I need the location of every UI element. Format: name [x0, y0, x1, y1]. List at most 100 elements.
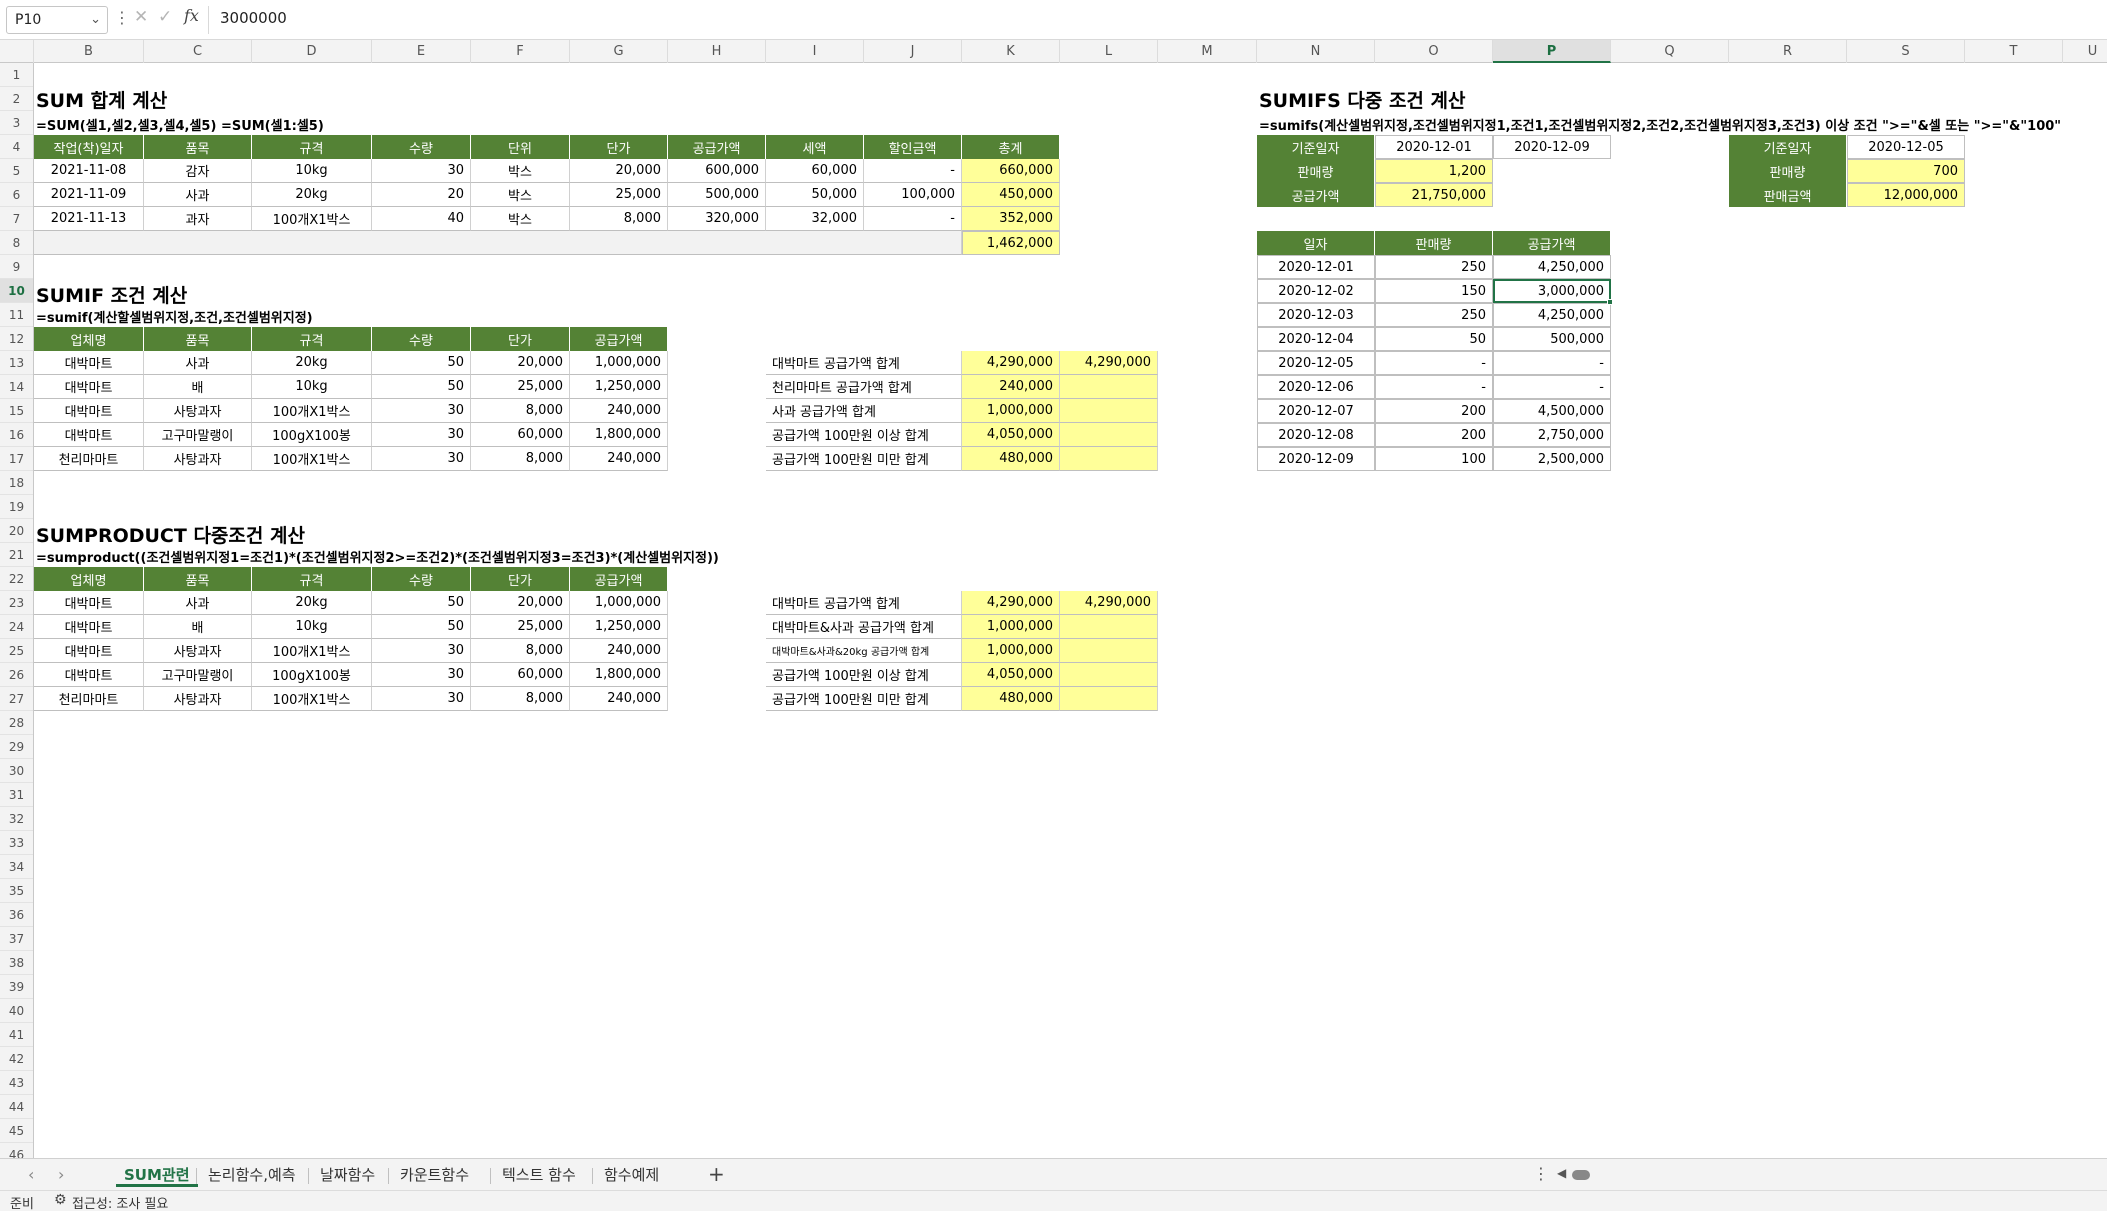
table-header[interactable]: 세액: [766, 135, 864, 159]
table-cell[interactable]: 10kg: [252, 375, 372, 399]
table-cell[interactable]: 1,250,000: [570, 375, 668, 399]
table-cell[interactable]: 50: [372, 375, 471, 399]
table-header[interactable]: 업체명: [34, 327, 144, 351]
table-cell[interactable]: 60,000: [471, 423, 570, 447]
row-header[interactable]: 34: [0, 855, 33, 879]
table-cell[interactable]: 240,000: [570, 639, 668, 663]
table-cell[interactable]: 2020-12-02: [1257, 279, 1375, 303]
table-header[interactable]: 단위: [471, 135, 570, 159]
column-header-i[interactable]: I: [766, 40, 864, 63]
table-cell[interactable]: 대박마트: [34, 663, 144, 687]
table-cell[interactable]: 200: [1375, 423, 1493, 447]
chevron-down-icon[interactable]: ⌄: [90, 12, 101, 27]
table-cell[interactable]: 10kg: [252, 615, 372, 639]
table-cell[interactable]: 20kg: [252, 591, 372, 615]
row-header[interactable]: 38: [0, 951, 33, 975]
row-header[interactable]: 1: [0, 63, 33, 87]
table-cell[interactable]: 500,000: [668, 183, 766, 207]
table-cell[interactable]: 20kg: [252, 183, 372, 207]
table-header[interactable]: 규격: [252, 567, 372, 591]
result-extra[interactable]: [1060, 375, 1158, 399]
table-cell[interactable]: 2,750,000: [1493, 423, 1611, 447]
row-header[interactable]: 9: [0, 255, 33, 279]
table-cell[interactable]: 2020-12-03: [1257, 303, 1375, 327]
column-header-c[interactable]: C: [144, 40, 252, 63]
table-cell[interactable]: 150: [1375, 279, 1493, 303]
result-value[interactable]: 1,000,000: [962, 399, 1060, 423]
table-cell[interactable]: 50: [372, 615, 471, 639]
table-header[interactable]: 일자: [1257, 231, 1375, 255]
row-header[interactable]: 17: [0, 447, 33, 471]
table-cell[interactable]: 8,000: [471, 399, 570, 423]
table-cell[interactable]: 32,000: [766, 207, 864, 231]
table-cell[interactable]: 100: [1375, 447, 1493, 471]
table-cell[interactable]: 고구마말랭이: [144, 663, 252, 687]
formula-input[interactable]: 3000000: [220, 9, 287, 27]
table-cell[interactable]: 2021-11-13: [34, 207, 144, 231]
result-extra[interactable]: 4,290,000: [1060, 591, 1158, 615]
table-cell[interactable]: 4,250,000: [1493, 303, 1611, 327]
row-header[interactable]: 20: [0, 519, 33, 543]
table-cell[interactable]: 대박마트: [34, 423, 144, 447]
criteria-label[interactable]: 판매량: [1729, 159, 1847, 183]
table-cell[interactable]: 25,000: [471, 615, 570, 639]
table-cell[interactable]: 100개X1박스: [252, 207, 372, 231]
table-cell[interactable]: 대박마트: [34, 591, 144, 615]
row-header[interactable]: 41: [0, 1023, 33, 1047]
table-cell[interactable]: 4,250,000: [1493, 255, 1611, 279]
table-cell[interactable]: 2020-12-07: [1257, 399, 1375, 423]
table-cell[interactable]: 250: [1375, 255, 1493, 279]
table-cell[interactable]: 352,000: [962, 207, 1060, 231]
table-cell[interactable]: 660,000: [962, 159, 1060, 183]
table-header[interactable]: 단가: [471, 327, 570, 351]
table-header[interactable]: 규격: [252, 327, 372, 351]
table-header[interactable]: 규격: [252, 135, 372, 159]
table-cell[interactable]: 30: [372, 687, 471, 711]
active-cell[interactable]: 3,000,000: [1493, 279, 1611, 303]
row-header[interactable]: 16: [0, 423, 33, 447]
criteria-date-to[interactable]: 2020-12-09: [1493, 135, 1611, 159]
table-header[interactable]: 공급가액: [1493, 231, 1611, 255]
row-header[interactable]: 13: [0, 351, 33, 375]
row-header[interactable]: 12: [0, 327, 33, 351]
table-cell[interactable]: 2021-11-08: [34, 159, 144, 183]
result-extra[interactable]: [1060, 447, 1158, 471]
table-cell[interactable]: 25,000: [570, 183, 668, 207]
table-cell[interactable]: 8,000: [471, 447, 570, 471]
table-header[interactable]: 품목: [144, 135, 252, 159]
column-header-u[interactable]: U: [2063, 40, 2107, 63]
table-cell[interactable]: 2020-12-05: [1257, 351, 1375, 375]
table-cell[interactable]: 대박마트: [34, 375, 144, 399]
horizontal-scrollbar-thumb[interactable]: [1572, 1170, 1590, 1180]
table-cell[interactable]: 감자: [144, 159, 252, 183]
row-header[interactable]: 6: [0, 183, 33, 207]
table-cell[interactable]: 과자: [144, 207, 252, 231]
column-header-m[interactable]: M: [1158, 40, 1257, 63]
table-cell[interactable]: 30: [372, 663, 471, 687]
table-cell[interactable]: 천리마마트: [34, 687, 144, 711]
sheet-tab[interactable]: SUM관련: [116, 1163, 198, 1187]
result-value[interactable]: 480,000: [962, 687, 1060, 711]
row-header[interactable]: 30: [0, 759, 33, 783]
criteria-date[interactable]: 2020-12-05: [1847, 135, 1965, 159]
sheet-tab[interactable]: 날짜함수: [312, 1163, 383, 1187]
result-label[interactable]: 대박마트 공급가액 합계: [766, 591, 962, 615]
table-cell[interactable]: 사과: [144, 351, 252, 375]
table-cell[interactable]: 8,000: [471, 687, 570, 711]
select-all-corner[interactable]: [0, 40, 34, 63]
column-header-n[interactable]: N: [1257, 40, 1375, 63]
table-cell[interactable]: 박스: [471, 159, 570, 183]
table-cell[interactable]: 사탕과자: [144, 447, 252, 471]
result-label[interactable]: 사과 공급가액 합계: [766, 399, 962, 423]
result-value[interactable]: 4,050,000: [962, 663, 1060, 687]
row-header[interactable]: 19: [0, 495, 33, 519]
worksheet-grid[interactable]: SUM 합계 계산 =SUM(셀1,셀2,셀3,셀4,셀5) =SUM(셀1:셀5…: [34, 63, 2107, 1158]
table-cell[interactable]: 1,800,000: [570, 663, 668, 687]
row-header[interactable]: 36: [0, 903, 33, 927]
table-cell[interactable]: 배: [144, 375, 252, 399]
row-header[interactable]: 5: [0, 159, 33, 183]
criteria-label[interactable]: 판매금액: [1729, 183, 1847, 207]
table-cell[interactable]: 1,800,000: [570, 423, 668, 447]
table-header[interactable]: 작업(착)일자: [34, 135, 144, 159]
row-header[interactable]: 39: [0, 975, 33, 999]
